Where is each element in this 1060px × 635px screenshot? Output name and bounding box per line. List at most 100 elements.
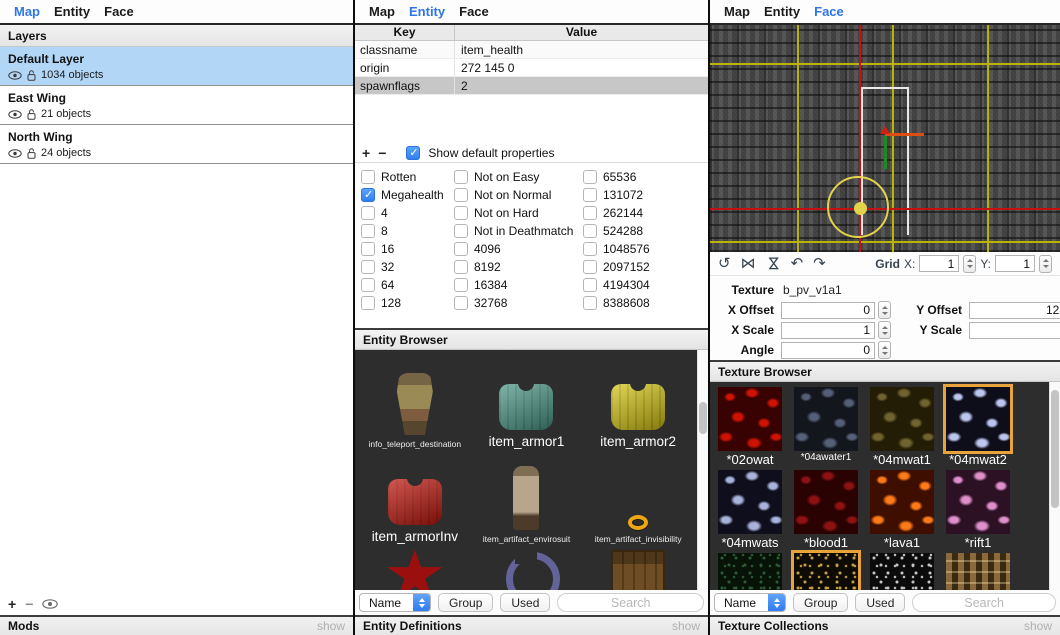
unlock-icon[interactable]: [27, 148, 36, 159]
flag-checkbox[interactable]: [583, 296, 597, 310]
entity-thumbnail[interactable]: [611, 550, 665, 590]
flag-checkbox[interactable]: [361, 206, 375, 220]
x-scale-input[interactable]: [781, 322, 875, 339]
flag-checkbox[interactable]: [454, 260, 468, 274]
value-column-header[interactable]: Value: [455, 25, 708, 40]
flag-checkbox[interactable]: [454, 224, 468, 238]
tab-map[interactable]: Map: [724, 4, 750, 19]
grid-x-stepper[interactable]: [963, 255, 976, 273]
flag-item[interactable]: 131072: [583, 188, 702, 202]
sort-dropdown[interactable]: Name: [714, 593, 786, 612]
texture-thumbnail[interactable]: [718, 387, 782, 451]
flag-item[interactable]: 8192: [454, 260, 583, 274]
show-default-properties-checkbox[interactable]: [406, 146, 420, 160]
flag-checkbox[interactable]: [454, 206, 468, 220]
flag-item[interactable]: Not in Deathmatch: [454, 224, 583, 238]
flag-checkbox[interactable]: [361, 170, 375, 184]
texture-item[interactable]: *04awater1: [791, 387, 861, 467]
flag-item[interactable]: 32768: [454, 296, 583, 310]
flag-checkbox[interactable]: [454, 242, 468, 256]
entity-thumbnail[interactable]: [388, 479, 442, 525]
texture-item[interactable]: *04mwats: [715, 470, 785, 550]
grid-y-stepper[interactable]: [1039, 255, 1052, 273]
flag-checkbox[interactable]: [454, 296, 468, 310]
flag-checkbox[interactable]: [454, 170, 468, 184]
y-scale-input[interactable]: [969, 322, 1060, 339]
entity-item[interactable]: [471, 544, 583, 590]
flag-checkbox[interactable]: [361, 260, 375, 274]
tab-entity[interactable]: Entity: [409, 4, 445, 19]
texture-item[interactable]: *04mwat2: [943, 387, 1013, 467]
texture-browser-scrollbar[interactable]: [1049, 382, 1060, 590]
flag-item[interactable]: Megahealth: [361, 188, 454, 202]
flip-horizontal-icon[interactable]: ⋈: [741, 256, 756, 271]
y-offset-input[interactable]: [969, 302, 1060, 319]
flag-checkbox[interactable]: [583, 188, 597, 202]
flag-item[interactable]: 2097152: [583, 260, 702, 274]
angle-input[interactable]: [781, 342, 875, 359]
entity-item[interactable]: item_armorInv: [359, 449, 471, 544]
eye-icon[interactable]: [8, 110, 22, 119]
property-row-classname[interactable]: classname item_health: [355, 41, 708, 59]
texture-item[interactable]: [867, 553, 937, 590]
angle-stepper[interactable]: [878, 341, 891, 359]
unlock-icon[interactable]: [27, 70, 36, 81]
group-button[interactable]: Group: [793, 593, 848, 612]
uv-origin-handle[interactable]: [854, 202, 867, 215]
entity-thumbnail[interactable]: [397, 373, 433, 435]
used-button[interactable]: Used: [500, 593, 550, 612]
flag-checkbox[interactable]: [583, 170, 597, 184]
texture-thumbnail[interactable]: [870, 470, 934, 534]
toggle-visibility-icon[interactable]: [42, 599, 58, 609]
flag-item[interactable]: 4194304: [583, 278, 702, 292]
layer-row-east-wing[interactable]: East Wing 21 objects: [0, 86, 353, 125]
grid-y-input[interactable]: [995, 255, 1035, 272]
rotate-ccw-icon[interactable]: ↶: [791, 256, 804, 271]
scrollbar-thumb[interactable]: [1051, 390, 1059, 508]
flag-item[interactable]: 524288: [583, 224, 702, 238]
property-value[interactable]: item_health: [455, 41, 708, 58]
flag-item[interactable]: Not on Hard: [454, 206, 583, 220]
property-key[interactable]: classname: [355, 41, 455, 58]
eye-icon[interactable]: [8, 71, 22, 80]
flag-checkbox[interactable]: [583, 224, 597, 238]
flag-checkbox[interactable]: [454, 188, 468, 202]
property-key[interactable]: spawnflags: [355, 77, 455, 94]
tab-face[interactable]: Face: [814, 4, 844, 19]
entity-browser[interactable]: info_teleport_destination item_armor1 it…: [355, 350, 708, 590]
tab-map[interactable]: Map: [14, 4, 40, 19]
property-row-spawnflags[interactable]: spawnflags 2: [355, 77, 708, 95]
x-scale-stepper[interactable]: [878, 321, 891, 339]
texture-item[interactable]: *blood1: [791, 470, 861, 550]
entity-thumbnail[interactable]: [611, 384, 665, 430]
tab-map[interactable]: Map: [369, 4, 395, 19]
texture-thumbnail[interactable]: [870, 553, 934, 590]
entity-thumbnail[interactable]: [628, 515, 648, 530]
flag-checkbox[interactable]: [583, 260, 597, 274]
used-button[interactable]: Used: [855, 593, 905, 612]
flag-item[interactable]: 4096: [454, 242, 583, 256]
scrollbar-thumb[interactable]: [699, 402, 707, 434]
unlock-icon[interactable]: [27, 109, 36, 120]
entity-thumbnail[interactable]: [499, 384, 553, 430]
texture-thumbnail[interactable]: [794, 553, 858, 590]
texture-collections-show-link[interactable]: show: [1024, 619, 1052, 633]
reset-uv-icon[interactable]: ↺: [718, 256, 731, 271]
flag-checkbox[interactable]: [361, 188, 375, 202]
texture-thumbnail[interactable]: [794, 470, 858, 534]
flag-checkbox[interactable]: [361, 296, 375, 310]
layer-row-default[interactable]: Default Layer 1034 objects: [0, 47, 353, 86]
entity-thumbnail[interactable]: [505, 550, 547, 590]
rotate-cw-icon[interactable]: ↷: [813, 256, 826, 271]
sort-dropdown[interactable]: Name: [359, 593, 431, 612]
flag-item[interactable]: 1048576: [583, 242, 702, 256]
flag-item[interactable]: 8: [361, 224, 454, 238]
texture-item[interactable]: [791, 553, 861, 590]
property-key[interactable]: origin: [355, 59, 455, 76]
flag-checkbox[interactable]: [583, 278, 597, 292]
property-value[interactable]: 272 145 0: [455, 59, 708, 76]
flag-checkbox[interactable]: [361, 242, 375, 256]
entity-item[interactable]: item_armor2: [582, 354, 694, 449]
flag-item[interactable]: 64: [361, 278, 454, 292]
property-value[interactable]: 2: [455, 77, 708, 94]
